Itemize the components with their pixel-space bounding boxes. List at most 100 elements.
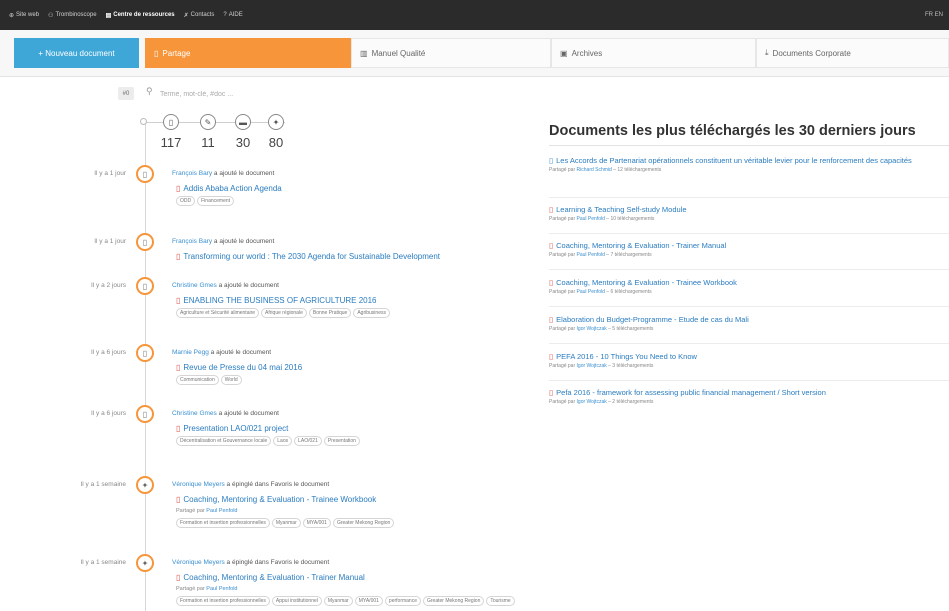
- download-count: 2 téléchargements: [612, 399, 654, 405]
- download-count: 6 téléchargements: [610, 289, 652, 295]
- tag[interactable]: Appui institutionnel: [271, 596, 322, 606]
- shared-prefix: Partagé par: [549, 326, 577, 332]
- nav-contacts[interactable]: ✗ Contacts: [184, 12, 215, 19]
- tag[interactable]: ODD: [176, 196, 196, 206]
- nav-centre-ressources[interactable]: ▤ Centre de ressources: [106, 12, 175, 19]
- user-link[interactable]: Paul Penfold: [577, 216, 605, 222]
- user-link[interactable]: Igor Wojtczak: [577, 326, 607, 332]
- user-link[interactable]: Paul Penfold: [206, 508, 237, 514]
- document-link[interactable]: ▯ Les Accords de Partenariat opérationnel…: [549, 156, 949, 166]
- tab-documents-corporate[interactable]: ⤓ Documents Corporate: [756, 38, 949, 68]
- document-link[interactable]: ▯ Presentation LAO/021 project: [176, 424, 288, 433]
- tag[interactable]: LAO/021: [294, 436, 322, 446]
- new-document-button[interactable]: + Nouveau document: [14, 38, 139, 68]
- tag[interactable]: Myanmar: [323, 596, 353, 606]
- tag[interactable]: Laos: [273, 436, 293, 446]
- tag[interactable]: Formation et insertion professionnelles: [176, 518, 270, 528]
- action-text: a ajouté le document: [216, 282, 279, 289]
- top-doc-item: ▯ Pefa 2016 - framework for assessing pub…: [549, 388, 949, 405]
- file-icon: ▯: [549, 156, 554, 165]
- filter-comments-button[interactable]: ▬: [235, 114, 251, 130]
- user-link[interactable]: Christine Gmes: [172, 282, 217, 289]
- user-link[interactable]: Véronique Meyers: [172, 481, 225, 488]
- tag[interactable]: Presentation: [323, 436, 360, 446]
- document-link[interactable]: ▯ Pefa 2016 - framework for assessing pub…: [549, 388, 949, 398]
- user-link[interactable]: Igor Wojtczak: [577, 363, 607, 369]
- action-text: a ajouté le document: [212, 170, 275, 177]
- tag[interactable]: Greater Mekong Region: [332, 518, 395, 528]
- tab-partage[interactable]: ▯ Partage: [145, 38, 351, 68]
- tag[interactable]: Afrique régionale: [261, 308, 307, 318]
- document-title: Coaching, Mentoring & Evaluation - Train…: [556, 278, 737, 287]
- entry-actor: Véronique Meyers a épinglé dans Favoris …: [172, 559, 329, 566]
- tag[interactable]: Agribusiness: [353, 308, 390, 318]
- hash-filter-button[interactable]: #0: [118, 87, 134, 100]
- document-icon: ▯: [136, 405, 154, 423]
- nav-aide[interactable]: ? AIDE: [223, 12, 242, 18]
- document-title: Learning & Teaching Self-study Module: [556, 205, 687, 214]
- search-input[interactable]: [158, 86, 522, 102]
- document-icon: ▯: [136, 233, 154, 251]
- document-link[interactable]: ▯ PEFA 2016 - 10 Things You Need to Know: [549, 352, 949, 362]
- user-link[interactable]: Paul Penfold: [577, 252, 605, 258]
- tag[interactable]: MYA/001: [302, 518, 331, 528]
- user-link[interactable]: Marnie Pegg: [172, 349, 209, 356]
- nav-trombinoscope[interactable]: ⚇ Trombinoscope: [48, 12, 97, 19]
- document-link[interactable]: ▯ Coaching, Mentoring & Evaluation - Trai…: [549, 241, 949, 251]
- user-link[interactable]: François Bary: [172, 238, 212, 245]
- document-link[interactable]: ▯ Coaching, Mentoring & Evaluation - Trai…: [176, 573, 365, 582]
- book-icon: ▥: [360, 48, 368, 58]
- language-switch[interactable]: FR EN: [925, 12, 943, 18]
- entry-actor: François Bary a ajouté le document: [172, 238, 274, 245]
- document-title: Coaching, Mentoring & Evaluation - Train…: [183, 573, 365, 582]
- tag[interactable]: Myanmar: [271, 518, 301, 528]
- document-link[interactable]: ▯ Revue de Presse du 04 mai 2016: [176, 363, 302, 372]
- entry-actor: Véronique Meyers a épinglé dans Favoris …: [172, 481, 329, 488]
- user-link[interactable]: Paul Penfold: [206, 586, 237, 592]
- user-link[interactable]: Christine Gmes: [172, 410, 217, 417]
- filter-documents-button[interactable]: ▯: [163, 114, 179, 130]
- tag[interactable]: Financement: [197, 196, 235, 206]
- nav-site-web[interactable]: ⊕ Site web: [9, 12, 39, 19]
- user-link[interactable]: Igor Wojtczak: [577, 399, 607, 405]
- document-link[interactable]: ▯ ENABLING THE BUSINESS OF AGRICULTURE 20…: [176, 296, 377, 305]
- tag[interactable]: Bonne Pratique: [308, 308, 352, 318]
- tab-label: Documents Corporate: [772, 48, 851, 58]
- document-link[interactable]: ▯ Learning & Teaching Self-study Module: [549, 205, 949, 215]
- filter-pins-button[interactable]: ✦: [268, 114, 284, 130]
- filter-edits-button[interactable]: ✎: [200, 114, 216, 130]
- user-link[interactable]: François Bary: [172, 170, 212, 177]
- document-link[interactable]: ▯ Transforming our world : The 2030 Agend…: [176, 252, 440, 261]
- shared-prefix: Partagé par: [549, 363, 577, 369]
- tag[interactable]: Décentralisation et Gouvernance locale: [176, 436, 272, 446]
- tab-archives[interactable]: ▣ Archives: [551, 38, 756, 68]
- entry-time: Il y a 1 semaine: [80, 559, 126, 566]
- file-icon: ▯: [549, 278, 554, 287]
- tag[interactable]: World: [220, 375, 242, 385]
- document-link[interactable]: ▯ Coaching, Mentoring & Evaluation - Trai…: [176, 495, 376, 504]
- tab-manuel-qualite[interactable]: ▥ Manuel Qualité: [351, 38, 551, 68]
- pencil-icon: ✎: [204, 117, 212, 127]
- top-doc-item: ▯ Coaching, Mentoring & Evaluation - Trai…: [549, 241, 949, 270]
- user-link[interactable]: Richard Schmid: [577, 167, 612, 173]
- user-link[interactable]: Véronique Meyers: [172, 559, 225, 566]
- tag[interactable]: Communication: [176, 375, 219, 385]
- entry-actor: François Bary a ajouté le document: [172, 170, 274, 177]
- panel-title: Documents les plus téléchargés les 30 de…: [549, 123, 916, 139]
- tag[interactable]: Formation et insertion professionnelles: [176, 596, 270, 606]
- comment-icon: ▬: [239, 117, 247, 127]
- document-link[interactable]: ▯ Coaching, Mentoring & Evaluation - Trai…: [549, 278, 949, 288]
- tag[interactable]: performance: [384, 596, 421, 606]
- filter-count-documents: 117: [160, 135, 182, 150]
- tag-list: ODD Financement: [176, 196, 236, 206]
- divider: [549, 269, 949, 270]
- user-link[interactable]: Paul Penfold: [577, 289, 605, 295]
- document-title: Transforming our world : The 2030 Agenda…: [183, 252, 440, 261]
- document-link[interactable]: ▯ Addis Ababa Action Agenda: [176, 184, 282, 193]
- document-meta: Partagé par Paul Penfold – 10 télécharge…: [549, 216, 655, 222]
- tag[interactable]: Agriculture et Sécurité alimentaire: [176, 308, 260, 318]
- tag[interactable]: Tourisme: [486, 596, 515, 606]
- tag[interactable]: MYA/001: [354, 596, 383, 606]
- tag[interactable]: Greater Mekong Region: [423, 596, 485, 606]
- document-link[interactable]: ▯ Elaboration du Budget-Programme - Etude…: [549, 315, 949, 325]
